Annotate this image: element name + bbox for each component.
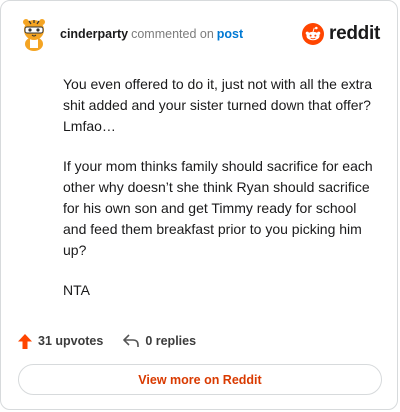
reddit-wordmark: reddit — [329, 23, 380, 44]
comment-body: You even offered to do it, just not with… — [63, 74, 383, 320]
upvote-arrow-icon — [18, 333, 32, 349]
reply-arrow-icon — [123, 334, 140, 347]
upvote-count: 31 upvotes — [38, 334, 104, 348]
tiger-avatar-icon[interactable] — [18, 17, 50, 51]
reddit-snoo-icon — [302, 23, 325, 45]
comment-paragraph: NTA — [63, 282, 90, 298]
reply-button[interactable]: 0 replies — [123, 334, 196, 348]
comment-header: cinderparty commented on post reddit — [18, 16, 380, 52]
username-link[interactable]: cinderparty — [60, 27, 128, 41]
comment-paragraph: You even offered to do it, just not with… — [63, 76, 372, 134]
view-more-button[interactable]: View more on Reddit — [18, 364, 382, 395]
post-link[interactable]: post — [217, 27, 243, 41]
action-verb: commented on — [131, 27, 214, 41]
comment-card: cinderparty commented on post reddit You e… — [0, 0, 398, 410]
reddit-logo[interactable]: reddit — [302, 23, 380, 45]
upvote-button[interactable]: 31 upvotes — [18, 333, 104, 349]
comment-actions: 31 upvotes 0 replies — [18, 331, 216, 351]
reply-count: 0 replies — [145, 334, 197, 348]
comment-meta: cinderparty commented on post — [60, 26, 243, 42]
comment-paragraph: If your mom thinks family should sacrifi… — [63, 158, 373, 258]
